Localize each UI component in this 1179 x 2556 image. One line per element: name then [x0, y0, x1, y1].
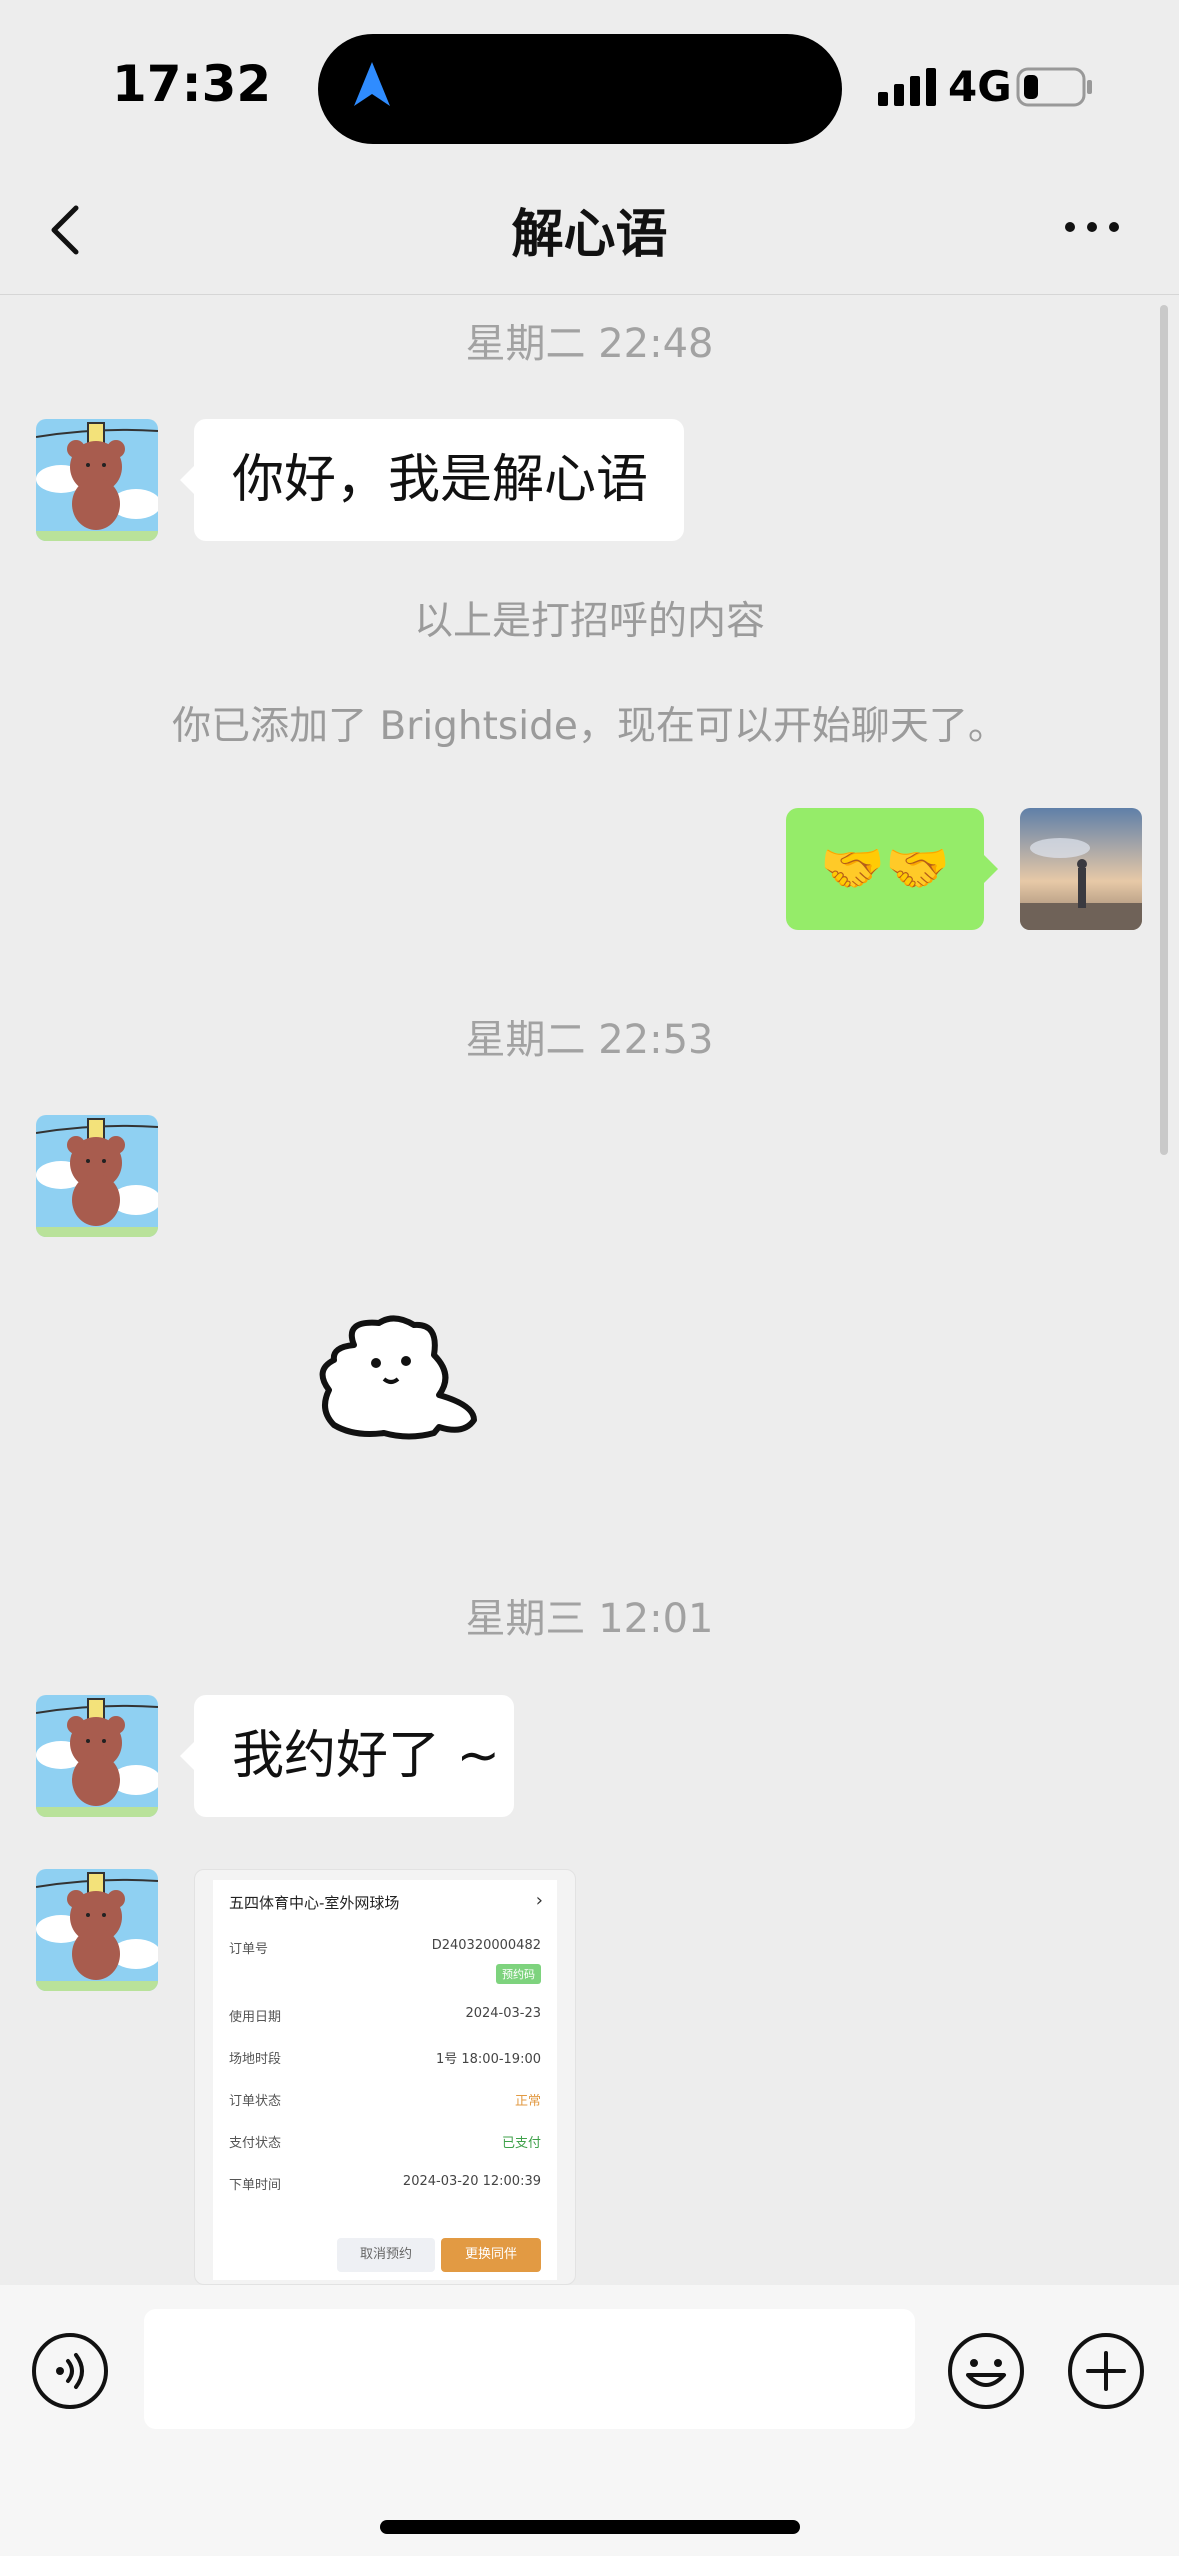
order-value: 1号 18:00-19:00 — [435, 2052, 541, 2067]
order-value: D240320000482 — [431, 1938, 541, 1953]
dog-sticker[interactable] — [314, 1315, 484, 1445]
order-label: 使用日期 — [229, 2010, 282, 2025]
booking-code-tag: 预约码 — [496, 1964, 541, 1984]
timestamp: 星期二 22:48 — [465, 321, 714, 367]
message-input[interactable] — [144, 2309, 915, 2429]
chat-header: 解心语 — [0, 170, 1179, 295]
message-list[interactable]: 星期二 22:48 你好，我是解心语 以上是打招呼的内容 你已添加了 Brigh… — [0, 295, 1179, 2285]
location-arrow-icon — [354, 62, 390, 106]
battery-icon — [1016, 67, 1092, 107]
order-label: 下单时间 — [229, 2178, 282, 2193]
order-label: 场地时段 — [229, 2052, 282, 2067]
contact-avatar[interactable] — [36, 1695, 158, 1817]
change-partner-button: 更换同伴 — [441, 2238, 541, 2272]
bear-avatar-icon — [36, 1115, 158, 1237]
order-status: 正常 — [514, 2094, 541, 2109]
outgoing-message[interactable]: 🤝🤝 — [786, 808, 998, 930]
my-avatar[interactable] — [1020, 808, 1142, 930]
network-type: 4G — [948, 62, 1012, 111]
contact-avatar[interactable] — [36, 419, 158, 541]
status-time: 17:32 — [112, 55, 272, 113]
timestamp: 星期二 22:53 — [465, 1017, 714, 1063]
handshake-emoji: 🤝🤝 — [820, 839, 950, 899]
input-bar — [0, 2285, 1179, 2556]
cancel-booking-button: 取消预约 — [337, 2238, 435, 2272]
status-bar: 17:32 4G — [0, 0, 1179, 170]
chat-title: 解心语 — [511, 205, 668, 265]
voice-icon[interactable] — [30, 2331, 110, 2411]
order-label: 订单号 — [229, 1942, 269, 1957]
signal-icon — [878, 68, 936, 106]
contact-avatar[interactable] — [36, 1115, 158, 1237]
home-indicator[interactable] — [380, 2520, 800, 2534]
emoji-icon[interactable] — [946, 2331, 1026, 2411]
order-label: 支付状态 — [229, 2136, 282, 2151]
bear-avatar-icon — [36, 1695, 158, 1817]
system-notice: 以上是打招呼的内容 — [413, 599, 765, 644]
chevron-right-icon: › — [535, 1890, 543, 1911]
landscape-avatar-icon — [1020, 808, 1142, 930]
order-screenshot[interactable]: 五四体育中心-室外网球场 › 订单号 D240320000482 预约码 使用日… — [194, 1869, 576, 2285]
payment-status: 已支付 — [501, 2136, 541, 2151]
venue-name: 五四体育中心-室外网球场 — [229, 1894, 400, 1912]
plus-icon[interactable] — [1066, 2331, 1146, 2411]
bear-avatar-icon — [36, 419, 158, 541]
order-label: 订单状态 — [229, 2094, 282, 2109]
incoming-message[interactable]: 你好，我是解心语 — [180, 419, 684, 541]
order-value: 2024-03-23 — [465, 2006, 541, 2021]
dynamic-island — [318, 34, 842, 144]
bear-avatar-icon — [36, 1869, 158, 1991]
more-icon[interactable] — [1062, 212, 1122, 242]
order-value: 2024-03-20 12:00:39 — [402, 2174, 541, 2189]
incoming-message[interactable]: 我约好了 ~ — [180, 1695, 514, 1817]
order-card: 五四体育中心-室外网球场 › 订单号 D240320000482 预约码 使用日… — [213, 1880, 557, 2280]
system-notice: 你已添加了 Brightside，现在可以开始聊天了。 — [172, 704, 1007, 749]
timestamp: 星期三 12:01 — [465, 1596, 714, 1642]
contact-avatar[interactable] — [36, 1869, 158, 1991]
